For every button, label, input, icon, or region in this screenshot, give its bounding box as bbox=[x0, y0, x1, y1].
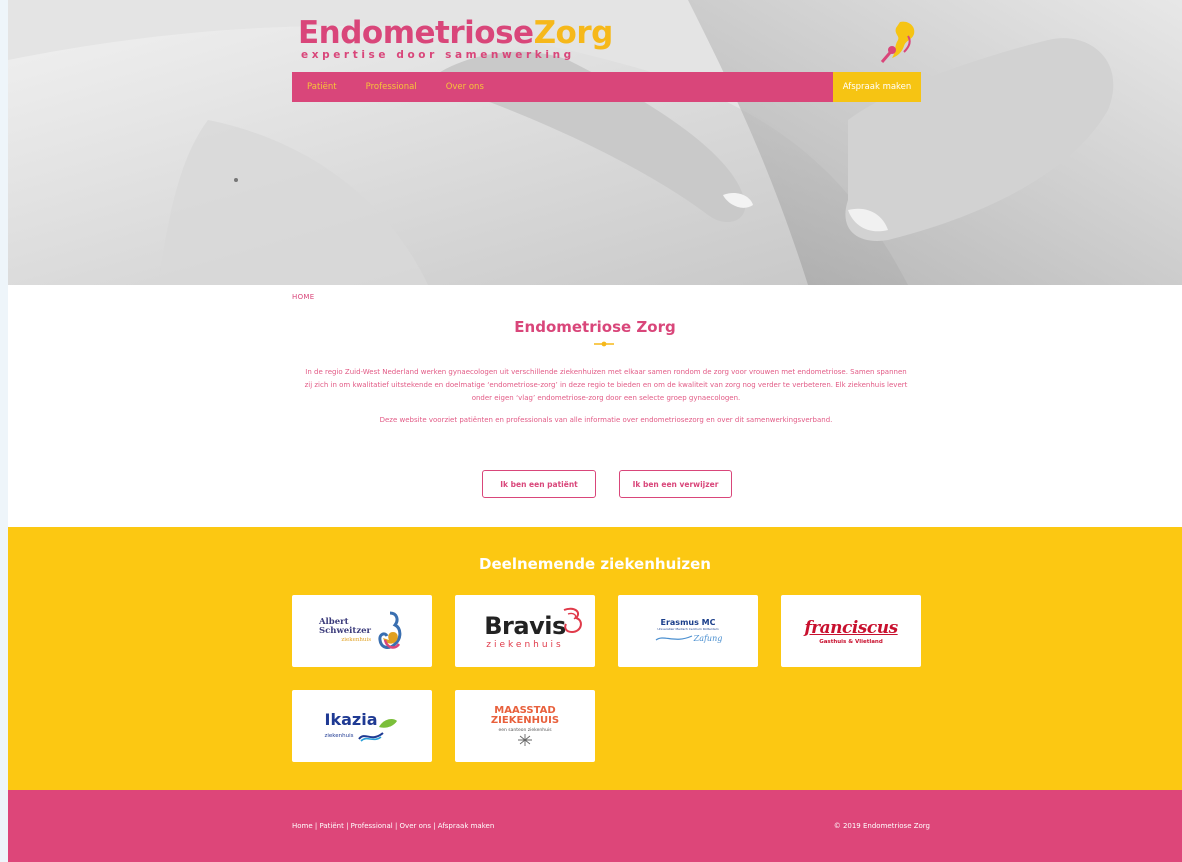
franciscus-logo-sub: Gasthuis & Vlietland bbox=[819, 638, 883, 645]
ikazia-logo-name: Ikazia bbox=[324, 709, 378, 729]
map-fairy-icon bbox=[880, 21, 915, 63]
intro-text: In de regio Zuid-West Nederland werken g… bbox=[304, 366, 908, 427]
franciscus-logo-name: franciscus bbox=[804, 617, 898, 638]
site-logo[interactable]: EndometrioseZorg expertise door samenwer… bbox=[290, 16, 613, 66]
nav-item-professional[interactable]: Professional bbox=[366, 82, 417, 92]
albert-schweitzer-logo-icon bbox=[378, 611, 402, 649]
title-divider-icon bbox=[594, 341, 614, 347]
patient-button[interactable]: Ik ben een patiënt bbox=[482, 470, 596, 498]
footer-links[interactable]: Home | Patiënt | Professional | Over ons… bbox=[292, 822, 494, 830]
hospital-card-erasmus-mc[interactable]: Erasmus MC Universitair Medisch Centrum … bbox=[618, 595, 758, 667]
footer: Home | Patiënt | Professional | Over ons… bbox=[8, 790, 1182, 862]
ikazia-leaf-icon bbox=[379, 718, 398, 728]
maasstad-logo-sub: een santeon ziekenhuis bbox=[498, 728, 552, 733]
referrer-button[interactable]: Ik ben een verwijzer bbox=[619, 470, 732, 498]
page: EndometrioseZorg expertise door samenwer… bbox=[8, 0, 1182, 862]
maasstad-star-icon bbox=[518, 734, 532, 746]
hospital-card-maasstad[interactable]: MAASSTAD ZIEKENHUIS een santeon ziekenhu… bbox=[455, 690, 595, 762]
maasstad-logo-line2: ZIEKENHUIS bbox=[490, 715, 560, 726]
erasmus-logo-sub: Universitair Medisch Centrum Rotterdam bbox=[657, 627, 719, 631]
erasmus-logo-name: Erasmus MC bbox=[660, 618, 716, 627]
hospitals-section: Deelnemende ziekenhuizen Albert Schweitz… bbox=[8, 527, 1182, 790]
nav-item-patient[interactable]: Patiënt bbox=[307, 82, 337, 92]
intro-paragraph-1: In de regio Zuid-West Nederland werken g… bbox=[304, 368, 908, 402]
hospitals-title: Deelnemende ziekenhuizen bbox=[479, 555, 711, 573]
hospital-card-ikazia[interactable]: Ikazia ziekenhuis bbox=[292, 690, 432, 762]
main-nav: Patiënt Professional Over ons Afspraak m… bbox=[292, 72, 921, 102]
hospital-card-albert-schweitzer[interactable]: Albert Schweitzer ziekenhuis bbox=[292, 595, 432, 667]
ikazia-hands-icon bbox=[357, 731, 384, 742]
nav-item-over-ons[interactable]: Over ons bbox=[446, 82, 484, 92]
logo-tagline: expertise door samenwerking bbox=[301, 49, 575, 61]
bravis-logo-name: Bravis bbox=[484, 612, 566, 640]
erasmus-wave-icon bbox=[655, 635, 692, 641]
hospital-card-bravis[interactable]: Bravis ziekenhuis bbox=[455, 595, 595, 667]
hospital-card-franciscus[interactable]: franciscus Gasthuis & Vlietland bbox=[781, 595, 921, 667]
footer-copyright: © 2019 Endometriose Zorg bbox=[833, 822, 930, 830]
page-title: Endometriose Zorg bbox=[514, 318, 676, 336]
albert-logo-line2: Schweitzer bbox=[318, 625, 372, 636]
breadcrumb-home[interactable]: HOME bbox=[292, 293, 314, 301]
logo-title: EndometrioseZorg bbox=[298, 15, 613, 51]
albert-logo-line3: ziekenhuis bbox=[341, 636, 372, 643]
bravis-logo-sub: ziekenhuis bbox=[486, 640, 564, 650]
bravis-logo-icon bbox=[563, 607, 582, 634]
erasmus-logo-script: Zafung bbox=[693, 633, 723, 643]
hero-banner: EndometrioseZorg expertise door samenwer… bbox=[8, 0, 1182, 285]
ikazia-logo-sub: ziekenhuis bbox=[324, 732, 354, 739]
intro-paragraph-2: Deze website voorziet patiënten en profe… bbox=[379, 416, 833, 424]
nav-cta-afspraak-maken[interactable]: Afspraak maken bbox=[833, 72, 921, 102]
